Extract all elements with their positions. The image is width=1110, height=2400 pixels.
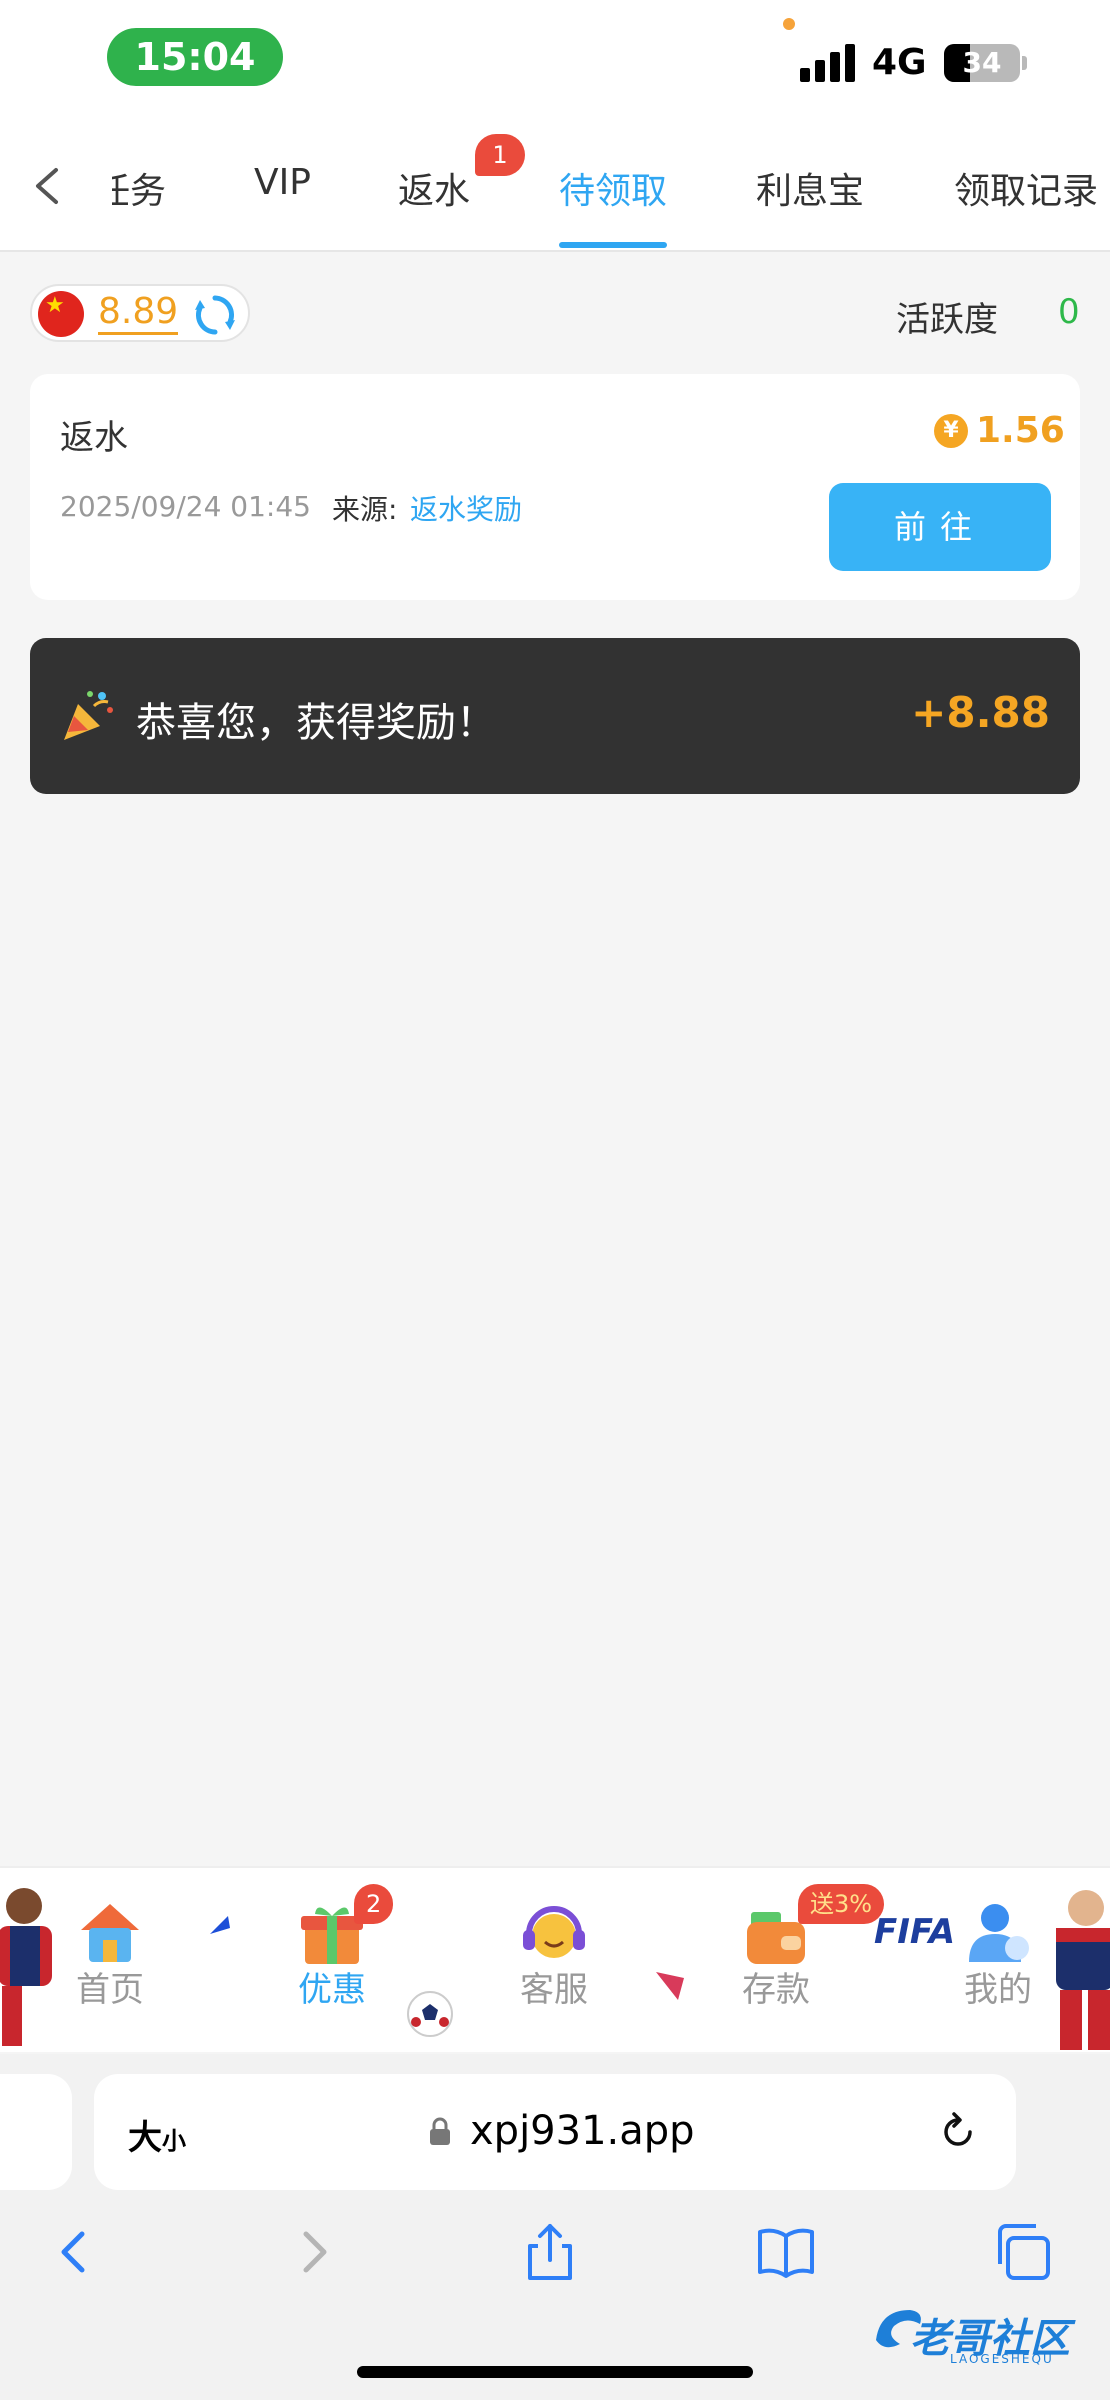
activity-label: 活跃度	[896, 300, 998, 340]
battery-level: 34	[962, 46, 1002, 79]
promotions-badge: 2	[354, 1884, 394, 1924]
reload-icon[interactable]	[936, 2110, 980, 2154]
tab-tasks[interactable]: 任务	[112, 162, 166, 214]
signal-icon	[800, 44, 858, 82]
nav-support-label: 客服	[520, 1970, 588, 2010]
deposit-promo-badge: 送3%	[798, 1884, 885, 1924]
back-arrow-icon[interactable]	[30, 166, 66, 206]
tab-rebate[interactable]: 返水	[398, 162, 470, 214]
tab-claim-history[interactable]: 领取记录	[954, 162, 1098, 214]
privacy-indicator-dot	[783, 18, 795, 30]
reward-source-label: 来源:	[332, 493, 398, 526]
reward-card: 返水 ¥ 1.56 2025/09/24 01:45 来源: 返水奖励 前往	[30, 374, 1080, 600]
network-type: 4G	[872, 42, 927, 83]
nav-home-label: 首页	[76, 1970, 144, 2010]
activity-value: 0	[1058, 292, 1080, 332]
address-bar[interactable]: 大小 xpj931.app	[94, 2074, 1016, 2190]
lock-icon	[430, 2117, 450, 2145]
text-size-small: 小	[162, 2127, 186, 2155]
battery-icon: 34	[944, 44, 1020, 82]
active-tab-indicator	[559, 242, 667, 248]
go-button[interactable]: 前往	[829, 483, 1051, 571]
nav-support[interactable]: 客服	[484, 1898, 624, 2038]
text-size-large: 大	[128, 2118, 162, 2158]
status-bar: 15:04 4G 34	[0, 0, 1110, 118]
tabs-icon[interactable]	[990, 2220, 1054, 2284]
china-flag-icon: ★	[38, 291, 84, 337]
party-popper-icon	[64, 691, 113, 740]
toast-message: 恭喜您，获得奖励！	[136, 700, 496, 746]
tab-interest[interactable]: 利息宝	[756, 162, 864, 214]
browser-forward-icon[interactable]	[282, 2220, 346, 2284]
reward-date: 2025/09/24 01:45	[60, 490, 311, 523]
url-text[interactable]: xpj931.app	[470, 2108, 695, 2154]
soccer-ball-decoration	[407, 1991, 453, 2037]
status-time: 15:04	[107, 28, 283, 86]
tab-pending[interactable]: 待领取	[559, 162, 667, 214]
tab-vip[interactable]: VIP	[254, 162, 311, 203]
confetti-decoration	[656, 1972, 684, 2000]
player-right-decoration	[1056, 1890, 1110, 2050]
user-icon	[969, 1904, 1029, 1962]
tab-bar: 任务 VIP 返水 1 待领取 利息宝 领取记录	[0, 118, 1110, 252]
toast-amount: +8.88	[911, 688, 1050, 737]
battery-tip	[1022, 56, 1027, 70]
watermark-logo: 老哥社区 LAOGESHEQU	[870, 2300, 1100, 2370]
coin-icon: ¥	[934, 414, 968, 448]
bookmarks-icon[interactable]	[754, 2220, 818, 2284]
home-icon	[81, 1904, 139, 1962]
previous-tab-preview[interactable]	[0, 2074, 72, 2190]
bottom-nav: 首页 优惠 2 客服 存款 送3% FIFA 我的	[0, 1866, 1110, 2052]
text-size-button[interactable]: 大小	[128, 2110, 186, 2159]
balance-pill[interactable]: ★ 8.89	[30, 284, 250, 342]
reward-toast: 恭喜您，获得奖励！ +8.88	[30, 638, 1080, 794]
nav-home[interactable]: 首页	[40, 1898, 180, 2038]
home-indicator	[357, 2366, 753, 2378]
rebate-badge: 1	[475, 134, 525, 176]
headset-icon	[523, 1906, 585, 1958]
reward-source-value: 返水奖励	[410, 493, 523, 526]
browser-back-icon[interactable]	[42, 2220, 106, 2284]
nav-promotions-label: 优惠	[298, 1970, 366, 2010]
share-icon[interactable]	[518, 2220, 582, 2284]
refresh-icon[interactable]	[192, 292, 238, 338]
nav-deposit-label: 存款	[742, 1970, 810, 2010]
reward-title: 返水	[60, 418, 128, 458]
balance-value: 8.89	[98, 292, 179, 335]
watermark-subtext: LAOGESHEQU	[950, 2352, 1054, 2366]
confetti-decoration	[210, 1916, 230, 1934]
reward-amount: 1.56	[976, 410, 1065, 451]
